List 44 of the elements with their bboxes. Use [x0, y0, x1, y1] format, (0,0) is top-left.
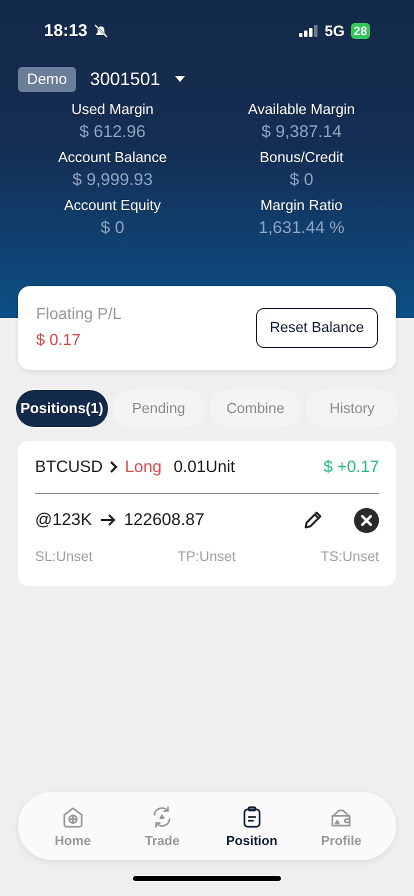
arrow-right-icon: [100, 513, 116, 527]
take-profit: TP:Unset: [177, 548, 236, 564]
filter-tab[interactable]: Positions(1): [16, 390, 108, 427]
stat-value: 1,631.44 %: [258, 218, 344, 238]
chevron-right-icon: [108, 460, 119, 474]
filter-tab[interactable]: Combine: [210, 390, 302, 427]
nav-tab[interactable]: Position: [212, 804, 292, 848]
battery-level: 28: [350, 23, 370, 39]
stat-value: $ 612.96: [79, 122, 146, 142]
account-number[interactable]: 3001501: [90, 68, 160, 90]
stat-label: Used Margin: [71, 102, 154, 118]
stat-label: Account Balance: [58, 150, 167, 166]
stat-label: Account Equity: [64, 198, 161, 214]
nav-tab[interactable]: Profile: [301, 804, 382, 848]
floating-pl-value: $ 0.17: [36, 332, 82, 350]
dropdown-caret-icon[interactable]: [174, 75, 186, 83]
reset-balance-button[interactable]: Reset Balance: [256, 308, 378, 348]
network-label: 5G: [324, 22, 345, 40]
filter-tab[interactable]: Pending: [112, 390, 204, 427]
current-price: 122608.87: [124, 510, 204, 530]
nav-tab[interactable]: Trade: [122, 804, 202, 848]
status-time: 18:13: [44, 21, 88, 41]
stat-label: Available Margin: [248, 102, 355, 118]
stat-label: Bonus/Credit: [260, 150, 344, 166]
close-button[interactable]: [354, 508, 379, 532]
bell-off-icon: [93, 23, 110, 39]
stat-label: Margin Ratio: [260, 198, 343, 214]
demo-badge: Demo: [18, 66, 76, 92]
position-quantity: 0.01Unit: [174, 458, 236, 476]
signal-icon: [298, 25, 319, 37]
open-price: @123K: [35, 510, 92, 530]
trailing-stop: TS:Unset: [320, 548, 379, 564]
stat-value: $ 0: [100, 218, 124, 238]
floating-pl-label: Floating P/L: [36, 306, 122, 324]
edit-button[interactable]: [302, 509, 324, 531]
nav-tab[interactable]: Home: [32, 804, 113, 848]
stat-value: $ 9,999.93: [72, 170, 153, 190]
position-pnl: $ +0.17: [323, 458, 379, 476]
stat-value: $ 0: [290, 170, 314, 190]
position-side: Long: [124, 458, 162, 476]
stat-value: $ 9,387.14: [261, 122, 342, 142]
position-symbol: BTCUSD: [35, 458, 103, 476]
stop-loss: SL:Unset: [35, 548, 93, 564]
filter-tab[interactable]: History: [306, 390, 398, 427]
